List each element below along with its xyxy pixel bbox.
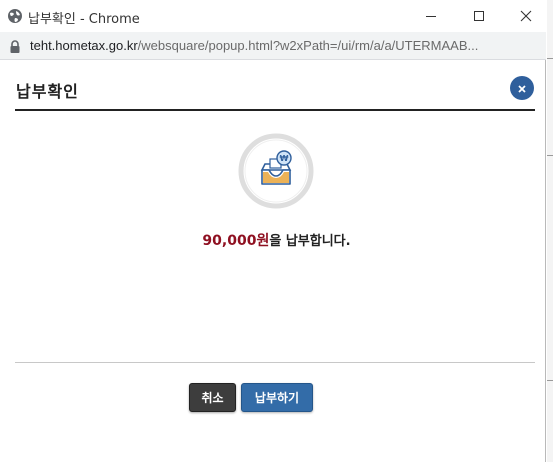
- window-close-button[interactable]: [503, 0, 549, 32]
- title-divider: [15, 109, 535, 111]
- url-host: teht.hometax.go.kr: [30, 38, 138, 53]
- url-text[interactable]: teht.hometax.go.kr/websquare/popup.html?…: [30, 38, 530, 53]
- payment-message: 90,000원을 납부합니다.: [0, 230, 553, 250]
- window-title: 납부확인 - Chrome: [28, 12, 140, 27]
- payment-tray-icon: ₩: [237, 132, 315, 210]
- pay-button[interactable]: 납부하기: [241, 383, 313, 412]
- svg-text:₩: ₩: [280, 154, 289, 163]
- footer-divider: [15, 362, 535, 363]
- globe-icon: [7, 8, 23, 24]
- lock-icon[interactable]: [9, 39, 21, 53]
- dialog-title: 납부확인: [16, 82, 79, 101]
- dialog-close-button[interactable]: [510, 76, 534, 100]
- close-icon: [520, 10, 532, 22]
- url-path: /websquare/popup.html?w2xPath=/ui/rm/a/a…: [137, 38, 479, 53]
- close-icon: [517, 79, 527, 98]
- title-bar[interactable]: 납부확인 - Chrome: [0, 0, 546, 32]
- background-divider: [547, 155, 553, 156]
- minimize-icon: [425, 10, 437, 22]
- maximize-icon: [473, 10, 485, 22]
- payment-message-suffix: 을 납부합니다.: [269, 234, 351, 249]
- background-divider: [547, 58, 553, 59]
- maximize-button[interactable]: [456, 0, 502, 32]
- cancel-button[interactable]: 취소: [189, 383, 236, 412]
- background-divider: [547, 380, 553, 381]
- address-bar[interactable]: teht.hometax.go.kr/websquare/popup.html?…: [0, 32, 546, 60]
- popup-window: 납부확인 - Chrome teht.hometax.go.kr/websqua…: [0, 0, 546, 462]
- payment-amount: 90,000원: [202, 233, 270, 249]
- minimize-button[interactable]: [408, 0, 454, 32]
